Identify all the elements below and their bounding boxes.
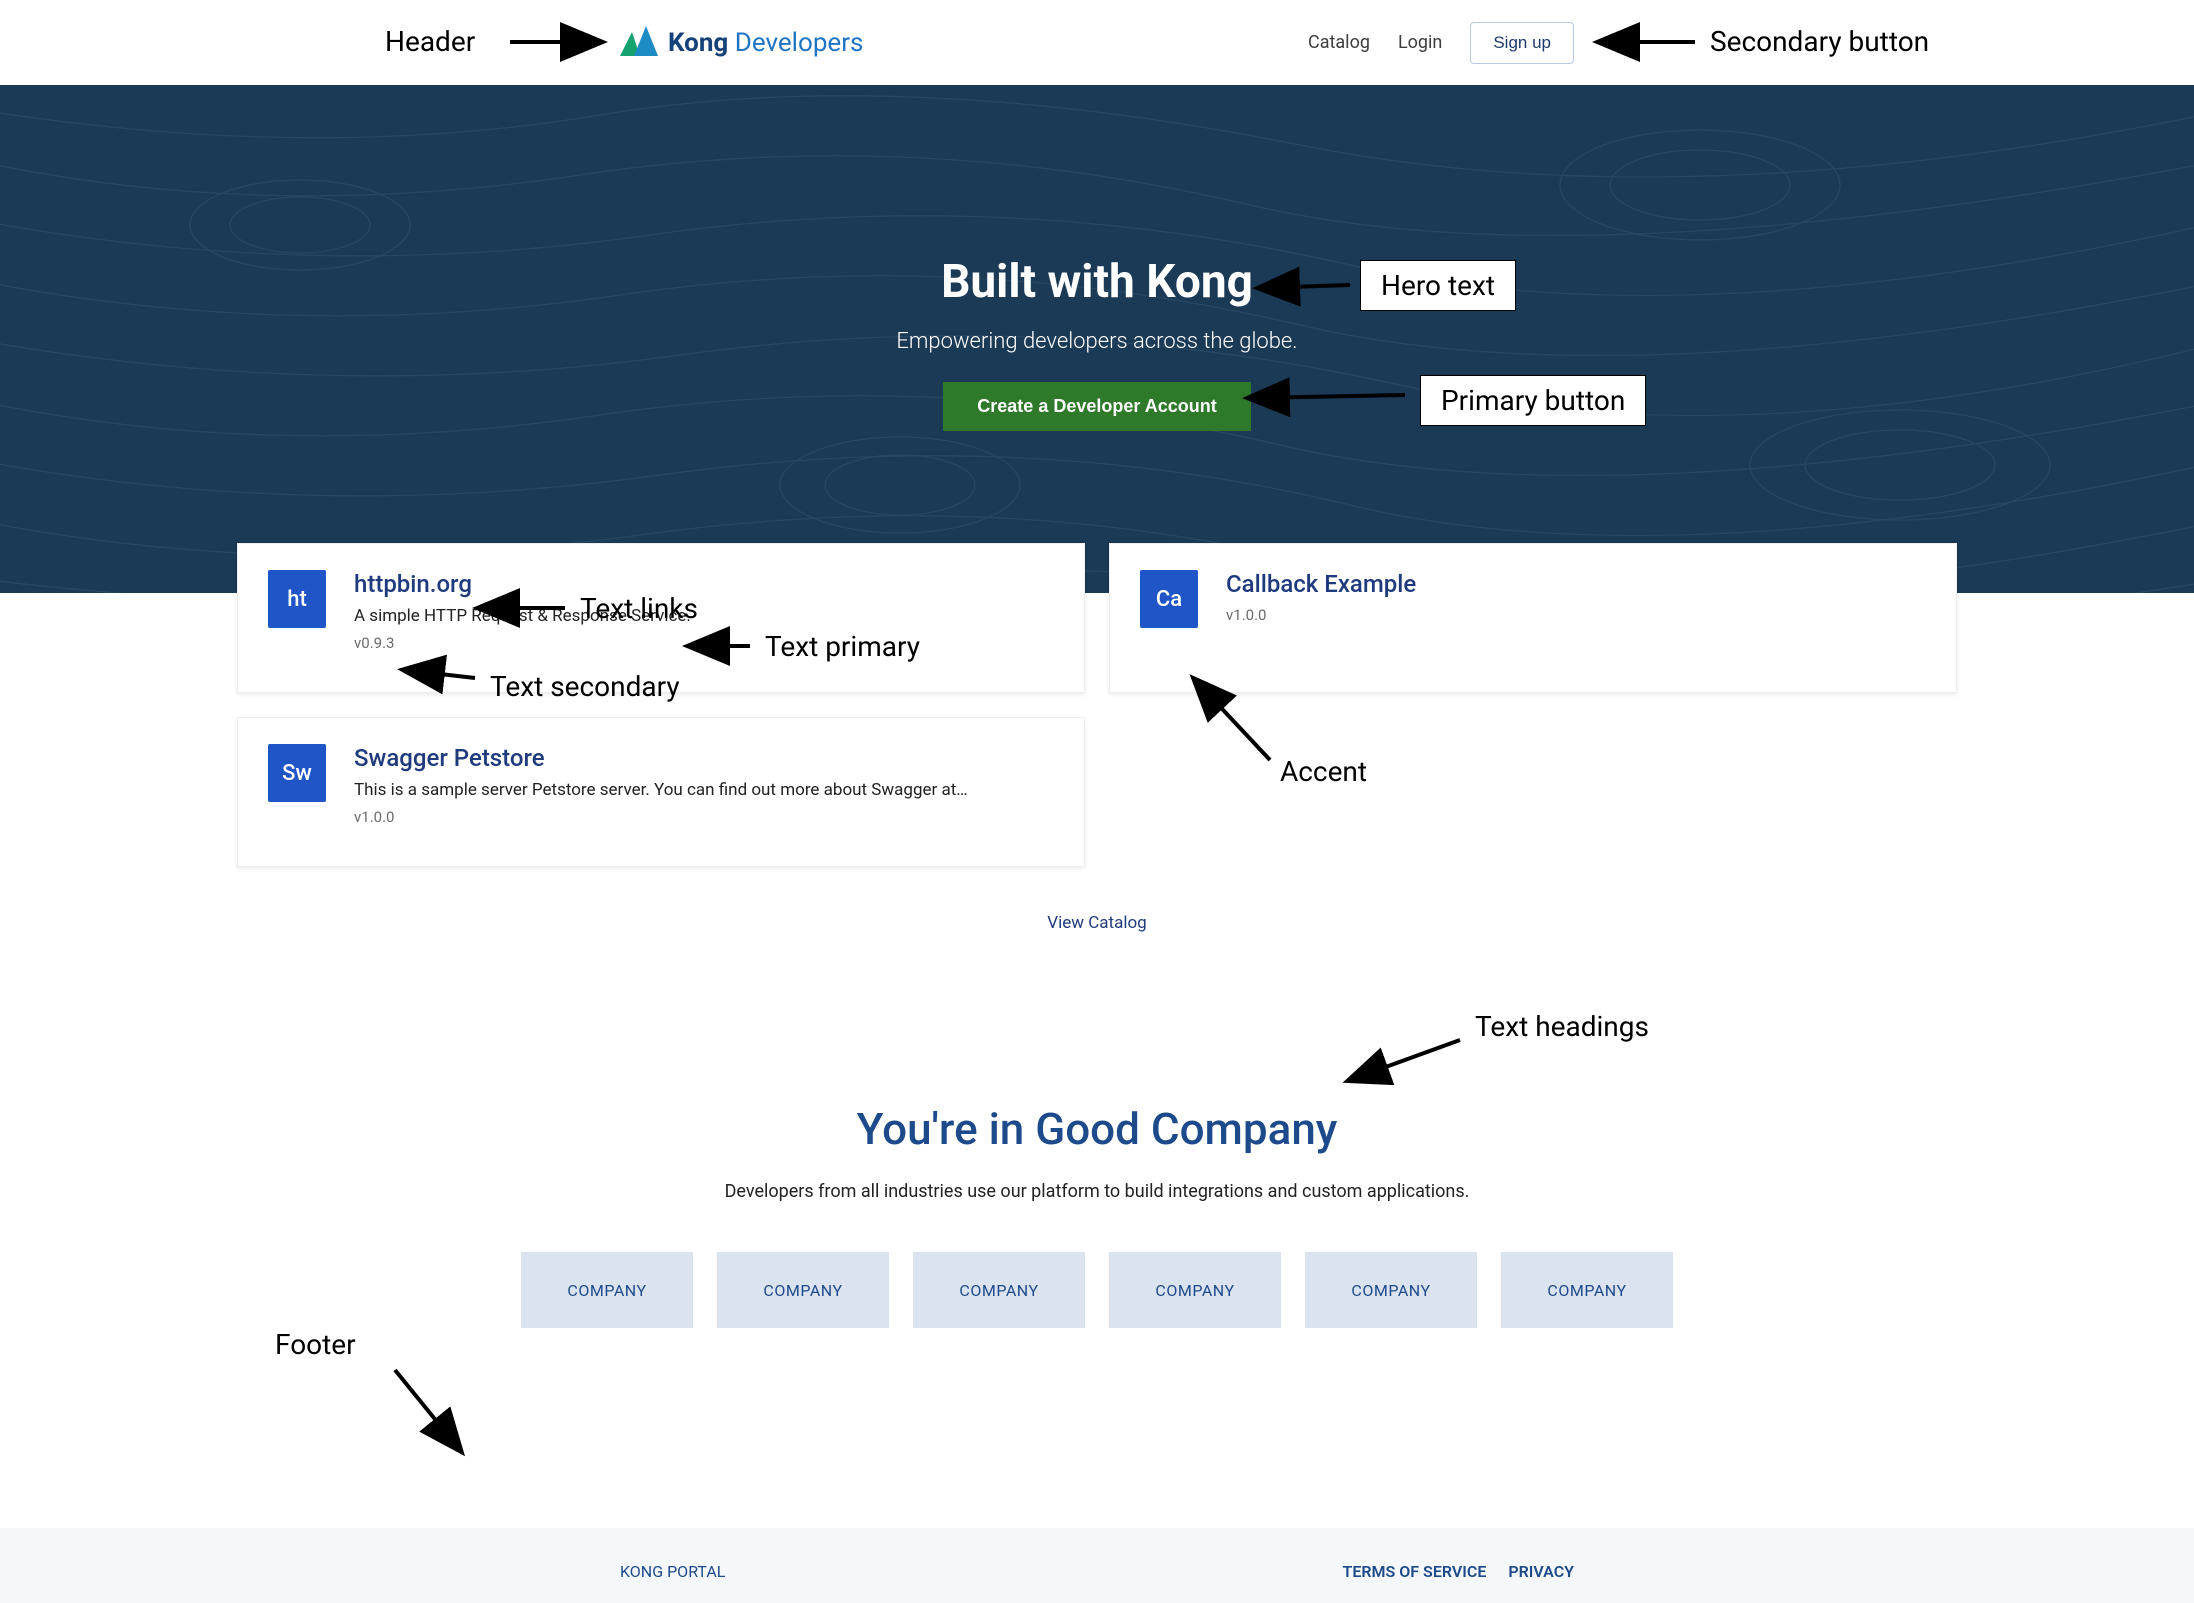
view-catalog-link[interactable]: View Catalog <box>1047 913 1146 933</box>
company-tile: COMPANY <box>521 1252 693 1328</box>
signup-button[interactable]: Sign up <box>1470 22 1574 64</box>
footer-brand: KONG PORTAL <box>620 1562 725 1581</box>
header-nav: Catalog Login Sign up <box>1308 22 1574 64</box>
card-title[interactable]: Callback Example <box>1226 570 1416 598</box>
nav-login[interactable]: Login <box>1398 32 1442 53</box>
card-desc: This is a sample server Petstore server.… <box>354 780 968 800</box>
card-swagger[interactable]: Sw Swagger Petstore This is a sample ser… <box>237 717 1085 867</box>
logo-text: Kong Developers <box>668 28 863 58</box>
card-badge: ht <box>268 570 326 628</box>
card-version: v1.0.0 <box>1226 606 1416 624</box>
header: Kong Developers Catalog Login Sign up <box>0 0 2194 85</box>
footer: KONG PORTAL TERMS OF SERVICE PRIVACY <box>0 1528 2194 1603</box>
annotation-label: Footer <box>275 1328 356 1361</box>
companies-heading: You're in Good Company <box>40 1103 2154 1155</box>
create-account-button[interactable]: Create a Developer Account <box>943 382 1250 431</box>
company-tile: COMPANY <box>1501 1252 1673 1328</box>
hero-subtitle: Empowering developers across the globe. <box>0 329 2194 354</box>
hero: Built with Kong Empowering developers ac… <box>0 85 2194 593</box>
companies-sub: Developers from all industries use our p… <box>40 1181 2154 1202</box>
footer-privacy-link[interactable]: PRIVACY <box>1508 1562 1574 1581</box>
company-tile: COMPANY <box>913 1252 1085 1328</box>
footer-tos-link[interactable]: TERMS OF SERVICE <box>1342 1562 1486 1581</box>
nav-catalog[interactable]: Catalog <box>1308 32 1370 53</box>
company-tile: COMPANY <box>717 1252 889 1328</box>
card-version: v1.0.0 <box>354 808 968 826</box>
card-callback[interactable]: Ca Callback Example v1.0.0 <box>1109 543 1957 693</box>
hero-title: Built with Kong <box>0 255 2194 309</box>
company-tiles: COMPANY COMPANY COMPANY COMPANY COMPANY COMPA… <box>40 1252 2154 1328</box>
company-tile: COMPANY <box>1109 1252 1281 1328</box>
card-badge: Sw <box>268 744 326 802</box>
company-tile: COMPANY <box>1305 1252 1477 1328</box>
card-httpbin[interactable]: ht httpbin.org A simple HTTP Request & R… <box>237 543 1085 693</box>
card-title[interactable]: Swagger Petstore <box>354 744 968 772</box>
annotation-label: Text headings <box>1475 1010 1649 1043</box>
kong-logo-icon <box>620 26 658 60</box>
companies-section: You're in Good Company Developers from a… <box>0 1103 2194 1328</box>
logo[interactable]: Kong Developers <box>620 26 863 60</box>
featured-cards: ht httpbin.org A simple HTTP Request & R… <box>217 543 1977 867</box>
card-desc: A simple HTTP Request & Response Service… <box>354 606 691 626</box>
card-badge: Ca <box>1140 570 1198 628</box>
card-title[interactable]: httpbin.org <box>354 570 691 598</box>
card-version: v0.9.3 <box>354 634 691 652</box>
